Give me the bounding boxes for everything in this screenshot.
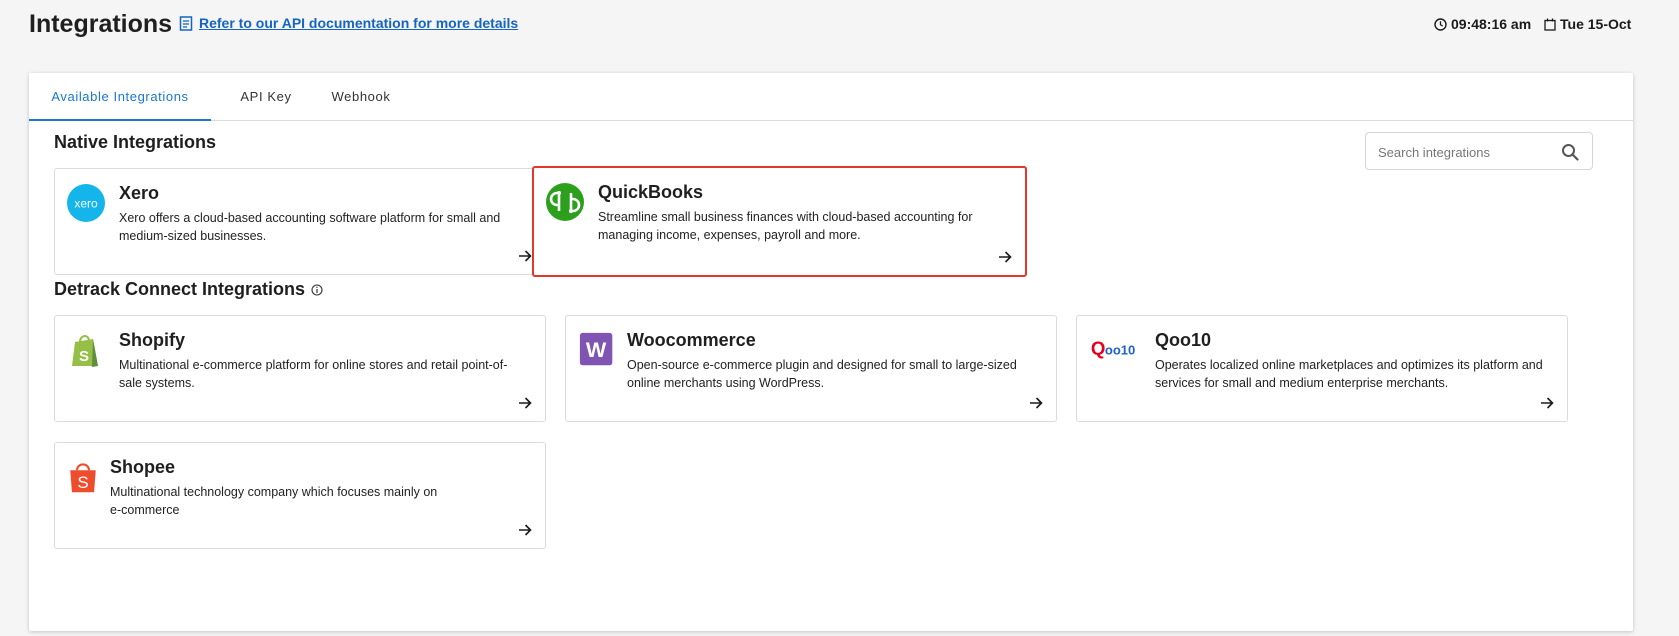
- svg-text:S: S: [79, 348, 89, 365]
- card-name: Shopee: [110, 457, 176, 477]
- native-integrations-heading: Native Integrations: [54, 132, 216, 153]
- card-description: Multinational technology company which f…: [110, 485, 438, 517]
- card-name: Woocommerce: [627, 330, 756, 350]
- arrow-right-icon[interactable]: [1028, 395, 1044, 411]
- native-integrations-title: Native Integrations: [54, 132, 217, 152]
- svg-text:xero: xero: [74, 197, 98, 211]
- card-name: Shopify: [119, 330, 185, 350]
- tab-bar: Available Integrations API Key Webhook: [29, 73, 1633, 121]
- integration-card-woocommerce[interactable]: W Woocommerce Open-source e-commerce plu…: [565, 315, 1057, 422]
- xero-logo: xero: [67, 184, 105, 222]
- arrow-right-icon[interactable]: [997, 249, 1013, 265]
- woocommerce-logo: W: [579, 332, 613, 366]
- date-text: Tue 15-Oct: [1560, 16, 1632, 32]
- search-icon[interactable]: [1561, 143, 1579, 161]
- svg-text:S: S: [77, 473, 88, 492]
- integration-card-xero[interactable]: xero Xero Xero offers a cloud-based acco…: [54, 168, 546, 275]
- card-description: Multinational e-commerce platform for on…: [119, 358, 508, 390]
- integration-card-shopify[interactable]: S Shopify Multinational e-commerce platf…: [54, 315, 546, 422]
- tab-api-key[interactable]: API Key: [231, 73, 301, 121]
- card-description: Open-source e-commerce plugin and design…: [627, 358, 1017, 390]
- arrow-right-icon[interactable]: [1539, 395, 1555, 411]
- page-title: Integrations: [29, 10, 173, 38]
- card-name: QuickBooks: [598, 182, 704, 202]
- shopee-logo: S: [70, 463, 96, 493]
- tab-webhook[interactable]: Webhook: [319, 73, 403, 121]
- clock-icon: [1434, 17, 1447, 31]
- quickbooks-logo: [546, 183, 584, 221]
- search-input[interactable]: [1378, 142, 1548, 162]
- current-time: 09:48:16 am: [1434, 16, 1531, 32]
- detrack-connect-title: Detrack Connect Integrations: [54, 279, 306, 299]
- search-box[interactable]: [1365, 132, 1593, 170]
- shopify-logo: S: [72, 335, 98, 367]
- integration-card-qoo10[interactable]: Q oo10 Qoo10 Operates localized online m…: [1076, 315, 1568, 422]
- time-text: 09:48:16 am: [1451, 16, 1532, 32]
- qoo10-logo: Q oo10: [1091, 338, 1135, 359]
- arrow-right-icon[interactable]: [517, 248, 533, 264]
- svg-text:Q: Q: [1091, 338, 1106, 359]
- arrow-right-icon[interactable]: [517, 395, 533, 411]
- info-icon[interactable]: [311, 283, 323, 296]
- api-doc-link-group[interactable]: Refer to our API documentation for more …: [179, 15, 518, 31]
- current-date: Tue 15-Oct: [1544, 16, 1631, 32]
- svg-text:W: W: [586, 337, 607, 362]
- card-name: Qoo10: [1155, 330, 1212, 350]
- top-bar: Integrations Refer to our API documentat…: [0, 0, 1679, 50]
- card-description: Xero offers a cloud-based accounting sof…: [119, 211, 501, 243]
- card-description: Streamline small business finances with …: [598, 210, 973, 242]
- detrack-connect-heading: Detrack Connect Integrations: [54, 279, 323, 300]
- document-icon: [179, 15, 193, 31]
- arrow-right-icon[interactable]: [517, 522, 533, 538]
- card-description: Operates localized online marketplaces a…: [1155, 358, 1543, 390]
- integration-card-quickbooks[interactable]: QuickBooks Streamline small business fin…: [532, 166, 1027, 277]
- integration-card-shopee[interactable]: S Shopee Multinational technology compan…: [54, 442, 546, 549]
- api-doc-link[interactable]: Refer to our API documentation for more …: [199, 15, 518, 31]
- calendar-icon: [1544, 18, 1556, 31]
- svg-text:oo10: oo10: [1105, 343, 1135, 358]
- integrations-panel: Available Integrations API Key Webhook N…: [29, 73, 1633, 631]
- tab-available-integrations[interactable]: Available Integrations: [29, 73, 211, 121]
- card-name: Xero: [119, 183, 160, 203]
